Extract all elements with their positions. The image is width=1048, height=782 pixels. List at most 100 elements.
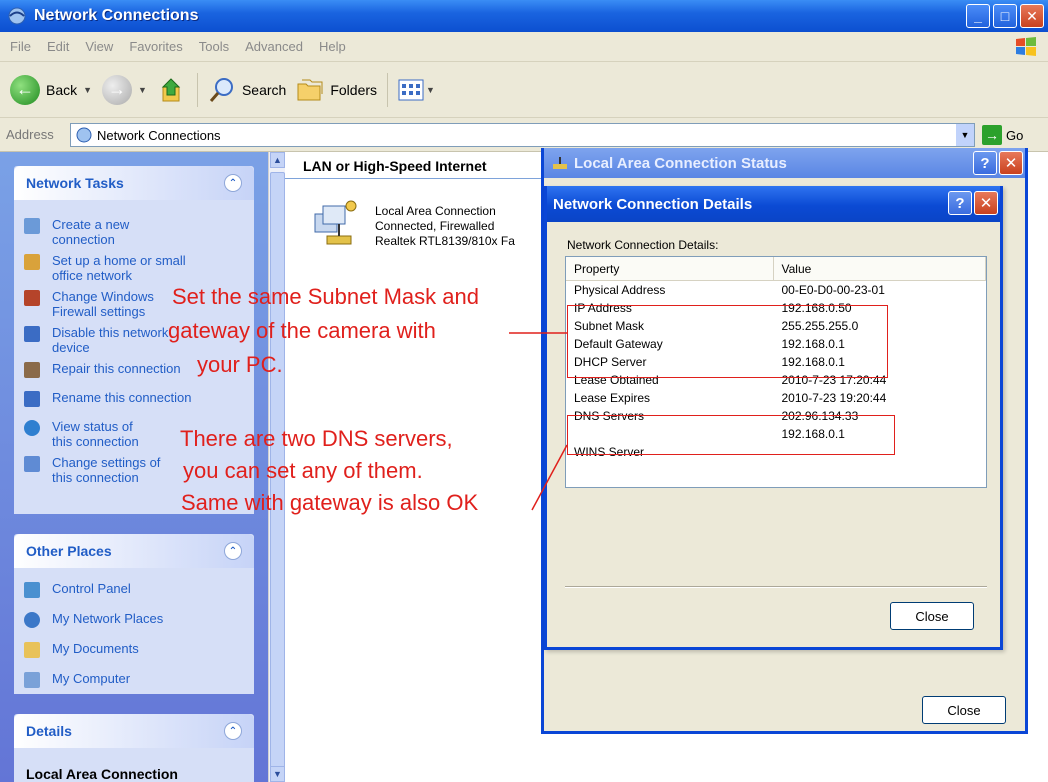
folders-button[interactable]: Folders bbox=[296, 76, 377, 104]
chevron-down-icon[interactable]: ▼ bbox=[83, 85, 92, 95]
help-button[interactable]: ? bbox=[973, 151, 997, 175]
status-dialog-titlebar: Local Area Connection Status ? ✕ bbox=[544, 148, 1025, 178]
folders-icon bbox=[297, 79, 323, 100]
up-folder-icon bbox=[161, 77, 181, 101]
views-button[interactable]: ▼ bbox=[398, 78, 435, 102]
window-titlebar: Network Connections _ □ ✕ bbox=[0, 0, 1048, 32]
details-close-button[interactable]: Close bbox=[890, 602, 974, 630]
dialog-divider bbox=[565, 586, 987, 588]
status-icon bbox=[24, 420, 40, 436]
search-icon bbox=[209, 77, 233, 102]
network-tasks-title: Network Tasks bbox=[26, 175, 124, 191]
task-label: Rename this connection bbox=[52, 390, 192, 405]
network-connections-icon bbox=[76, 127, 92, 143]
rename-icon bbox=[24, 391, 40, 407]
connection-name: Local Area Connection bbox=[375, 204, 496, 218]
collapse-icon[interactable]: ⌃ bbox=[224, 722, 242, 740]
details-panel: Details ⌃ Local Area Connection bbox=[14, 714, 254, 782]
local-area-connection-item[interactable]: Local Area Connection Connected, Firewal… bbox=[307, 196, 567, 256]
other-places-header[interactable]: Other Places ⌃ bbox=[14, 534, 254, 568]
task-create-connection[interactable]: Create a new connection bbox=[14, 214, 254, 250]
minimize-button[interactable]: _ bbox=[966, 4, 990, 28]
column-header-value[interactable]: Value bbox=[774, 257, 986, 280]
menu-view[interactable]: View bbox=[85, 39, 113, 54]
address-input[interactable]: Network Connections ▼ bbox=[70, 123, 975, 147]
menu-file[interactable]: File bbox=[10, 39, 31, 54]
go-arrow-icon: → bbox=[982, 125, 1002, 145]
table-row: Physical Address 00-E0-D0-00-23-01 bbox=[566, 281, 986, 299]
disable-device-icon bbox=[24, 326, 40, 342]
close-status-button[interactable]: ✕ bbox=[999, 151, 1023, 175]
dns-servers-highlight bbox=[567, 415, 895, 455]
details-title: Details bbox=[26, 723, 72, 739]
toolbar: ← Back ▼ → ▼ Search Folders ▼ bbox=[0, 62, 1048, 118]
scroll-down-icon[interactable]: ▼ bbox=[270, 766, 285, 782]
back-label: Back bbox=[46, 81, 78, 98]
go-button[interactable]: → Go bbox=[982, 125, 1023, 145]
place-label: My Documents bbox=[52, 641, 139, 656]
new-connection-icon bbox=[24, 218, 40, 234]
collapse-icon[interactable]: ⌃ bbox=[224, 174, 242, 192]
repair-icon bbox=[24, 362, 40, 378]
menu-advanced[interactable]: Advanced bbox=[245, 39, 303, 54]
place-label: My Computer bbox=[52, 671, 131, 686]
status-close-button[interactable]: Close bbox=[922, 696, 1006, 724]
column-header-property[interactable]: Property bbox=[566, 257, 774, 280]
annotation-line: your PC. bbox=[197, 352, 283, 377]
menu-favorites[interactable]: Favorites bbox=[129, 39, 182, 54]
details-dialog-titlebar: Network Connection Details ? ✕ bbox=[547, 186, 1000, 222]
place-my-computer[interactable]: My Computer bbox=[14, 668, 254, 691]
menu-bar: File Edit View Favorites Tools Advanced … bbox=[0, 32, 1048, 62]
connection-adapter: Realtek RTL8139/810x Fa bbox=[375, 234, 515, 248]
windows-logo-icon bbox=[1016, 37, 1036, 56]
task-label: Repair this connection bbox=[52, 361, 181, 376]
collapse-icon[interactable]: ⌃ bbox=[224, 542, 242, 560]
task-label: Disable this network device bbox=[52, 325, 169, 355]
search-button[interactable]: Search bbox=[208, 76, 286, 104]
scroll-up-icon[interactable]: ▲ bbox=[270, 152, 285, 168]
forward-button[interactable]: → ▼ bbox=[102, 74, 147, 105]
up-folder-button[interactable] bbox=[157, 75, 187, 105]
maximize-button[interactable]: □ bbox=[993, 4, 1017, 28]
network-tasks-header[interactable]: Network Tasks ⌃ bbox=[14, 166, 254, 200]
details-list-label: Network Connection Details: bbox=[567, 238, 719, 252]
group-header: LAN or High-Speed Internet bbox=[303, 158, 487, 174]
chevron-down-icon[interactable]: ▼ bbox=[138, 85, 147, 95]
back-button[interactable]: ← Back ▼ bbox=[10, 74, 92, 105]
toolbar-separator bbox=[196, 72, 198, 107]
task-home-network[interactable]: Set up a home or small office network bbox=[14, 250, 254, 286]
details-subtitle: Local Area Connection bbox=[26, 766, 178, 782]
close-details-button[interactable]: ✕ bbox=[974, 191, 998, 215]
place-label: Control Panel bbox=[52, 581, 131, 596]
menu-help[interactable]: Help bbox=[319, 39, 346, 54]
task-rename[interactable]: Rename this connection bbox=[14, 387, 254, 410]
toolbar-separator bbox=[387, 72, 389, 107]
place-control-panel[interactable]: Control Panel bbox=[14, 578, 254, 601]
network-places-icon bbox=[24, 612, 40, 628]
network-connections-icon bbox=[8, 7, 26, 25]
lan-connection-icon bbox=[314, 200, 357, 245]
place-network-places[interactable]: My Network Places bbox=[14, 608, 254, 631]
place-my-documents[interactable]: My Documents bbox=[14, 638, 254, 661]
documents-icon bbox=[24, 642, 40, 658]
other-places-title: Other Places bbox=[26, 543, 112, 559]
views-icon bbox=[398, 79, 424, 100]
window-title: Network Connections bbox=[34, 7, 199, 24]
help-button[interactable]: ? bbox=[948, 191, 972, 215]
other-places-panel: Other Places ⌃ Control Panel My Network … bbox=[14, 534, 254, 694]
property-cell: Lease Expires bbox=[574, 391, 651, 405]
connection-status: Connected, Firewalled bbox=[375, 219, 495, 233]
task-label: Create a new connection bbox=[52, 217, 130, 247]
close-window-button[interactable]: ✕ bbox=[1020, 4, 1044, 28]
menu-edit[interactable]: Edit bbox=[47, 39, 69, 54]
value-cell: 00-E0-D0-00-23-01 bbox=[781, 283, 885, 297]
chevron-down-icon[interactable]: ▼ bbox=[426, 85, 435, 95]
address-dropdown-button[interactable]: ▼ bbox=[956, 124, 974, 146]
address-value: Network Connections bbox=[97, 127, 221, 143]
back-arrow-icon: ← bbox=[10, 74, 40, 105]
menu-tools[interactable]: Tools bbox=[199, 39, 229, 54]
details-header[interactable]: Details ⌃ bbox=[14, 714, 254, 748]
annotation-line: Set the same Subnet Mask and bbox=[172, 284, 479, 309]
task-label: Set up a home or small office network bbox=[52, 253, 186, 283]
go-label: Go bbox=[1006, 127, 1024, 143]
